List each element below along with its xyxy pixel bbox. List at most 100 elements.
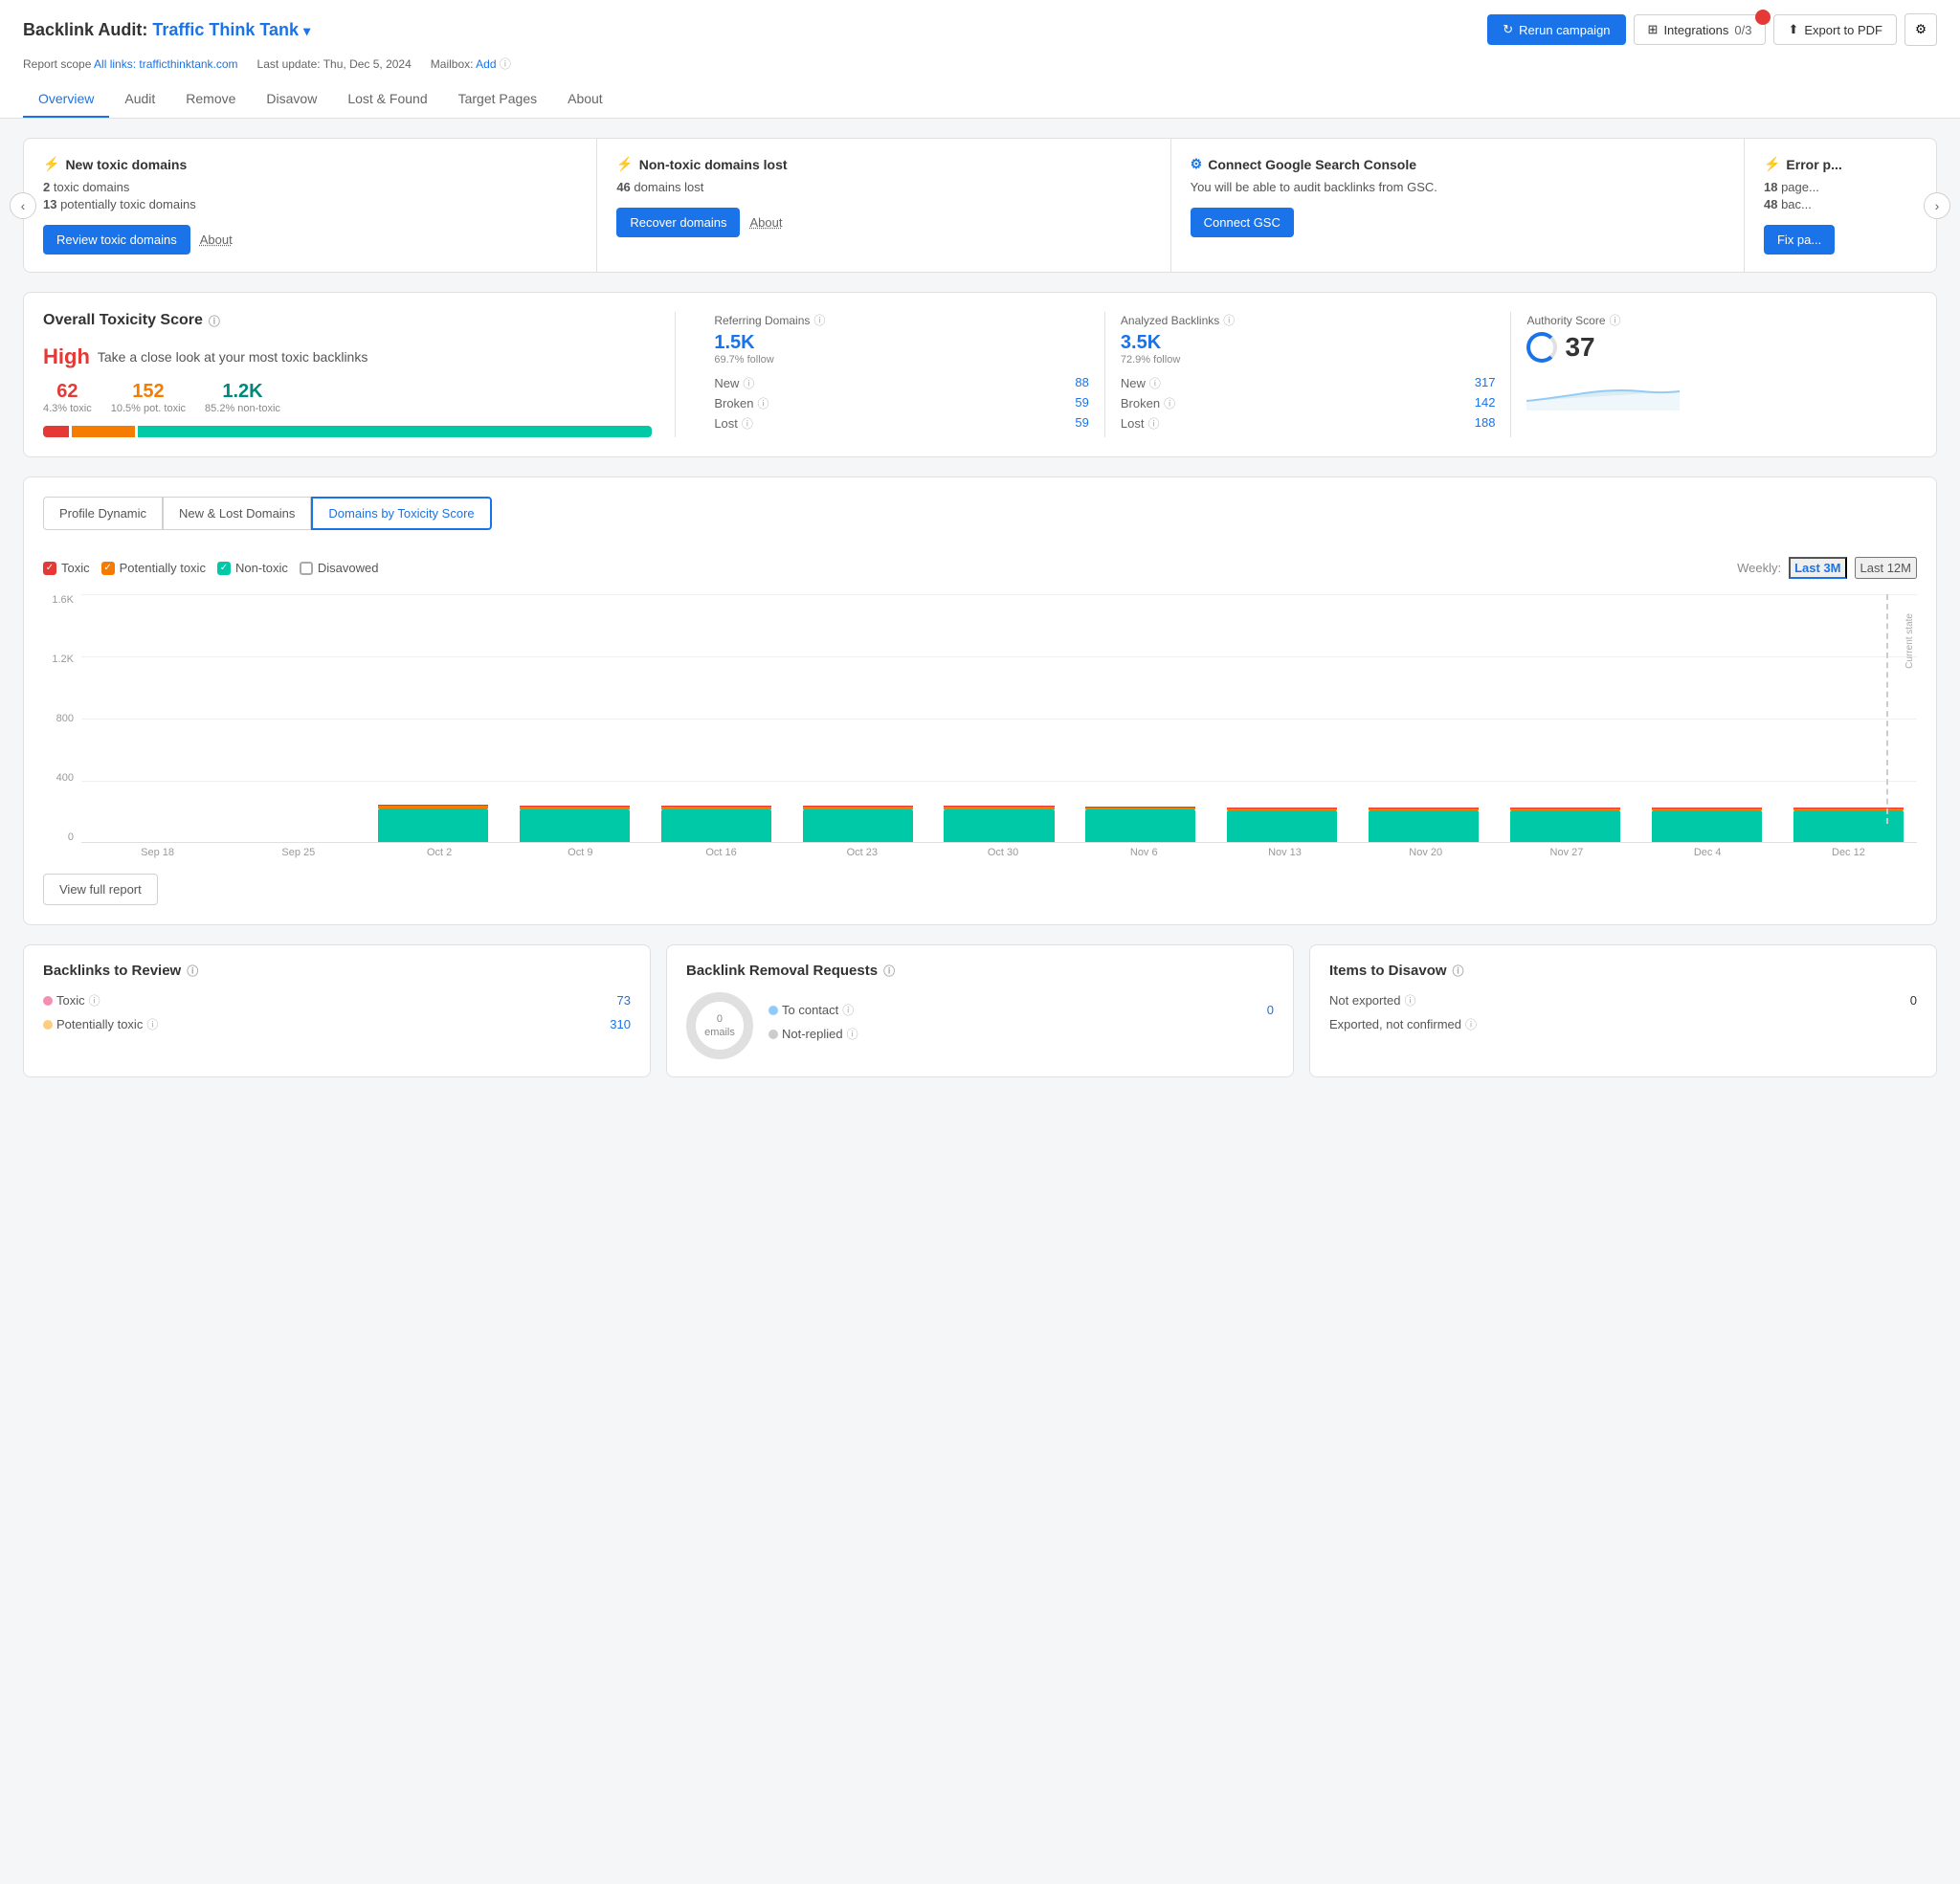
mailbox-add-link[interactable]: Add (476, 57, 496, 71)
removal-stats: To contact ⓘ 0 Not-replied ⓘ (768, 1002, 1274, 1050)
not-exported-info[interactable]: ⓘ (1404, 992, 1415, 1008)
connect-gsc-button[interactable]: Connect GSC (1191, 208, 1294, 237)
items-disavow-card: Items to Disavow ⓘ Not exported ⓘ 0 Expo… (1309, 944, 1937, 1077)
review-toxic-domains-button[interactable]: Review toxic domains (43, 225, 190, 255)
legend-check-non-toxic: ✓ (217, 562, 231, 575)
backlinks-review-info-icon[interactable]: ⓘ (187, 963, 198, 979)
toxicity-bar (43, 426, 652, 437)
referring-domains-info-icon[interactable]: ⓘ (813, 312, 825, 328)
mailbox-info-icon[interactable]: ⓘ (500, 57, 511, 71)
card-error-pages: ⚡ Error p... 18 page... 48 bac... Fix pa… (1745, 139, 1936, 272)
backlinks-lost-info[interactable]: ⓘ (1147, 415, 1159, 432)
chart-y-axis: 1.6K 1.2K 800 400 0 (43, 594, 81, 843)
integrations-notification-badge (1755, 10, 1771, 25)
ref-domains-new-info[interactable]: ⓘ (743, 375, 754, 391)
export-pdf-button[interactable]: ⬆ Export to PDF (1773, 14, 1897, 45)
bar-seg-red (43, 426, 69, 437)
nav-item-lost-found[interactable]: Lost & Found (332, 81, 442, 118)
nav-item-about[interactable]: About (552, 81, 618, 118)
mailbox-label: Mailbox: (431, 57, 474, 71)
nav-item-remove[interactable]: Remove (170, 81, 251, 118)
integrations-button[interactable]: ⊞ Integrations 0/3 (1634, 14, 1767, 45)
chart-tabs: Profile Dynamic New & Lost Domains Domai… (43, 497, 492, 530)
nav-item-target-pages[interactable]: Target Pages (443, 81, 553, 118)
legend-disavowed: Disavowed (300, 561, 379, 575)
card-new-toxic-about-link[interactable]: About (200, 233, 233, 247)
authority-score-info-icon[interactable]: ⓘ (1610, 312, 1621, 328)
toxic-dot (43, 996, 53, 1006)
title-brand[interactable]: Traffic Think Tank (152, 20, 299, 39)
bolt-icon-2: ⚡ (616, 156, 633, 172)
bar-stack (378, 805, 488, 842)
chart-x-label: Nov 6 (1076, 847, 1213, 858)
ref-domains-lost-info[interactable]: ⓘ (742, 415, 753, 432)
pot-toxic-row-info[interactable]: ⓘ (146, 1016, 158, 1032)
bar-seg-green (138, 426, 652, 437)
gear-icon-2: ⚙ (1191, 156, 1203, 172)
items-disavow-info-icon[interactable]: ⓘ (1453, 963, 1464, 979)
ref-domains-broken-info[interactable]: ⓘ (758, 395, 769, 411)
removal-donut: 0emails (686, 992, 753, 1059)
recover-domains-button[interactable]: Recover domains (616, 208, 740, 237)
integrations-badge: 0/3 (1734, 23, 1751, 37)
analyzed-backlinks-info-icon[interactable]: ⓘ (1223, 312, 1235, 328)
tab-new-lost-domains[interactable]: New & Lost Domains (163, 497, 311, 530)
authority-circle-icon (1526, 332, 1557, 363)
view-full-report-button[interactable]: View full report (43, 874, 158, 905)
rerun-campaign-button[interactable]: ↻ Rerun campaign (1487, 14, 1625, 45)
tab-profile-dynamic[interactable]: Profile Dynamic (43, 497, 163, 530)
report-scope: Report scope All links: trafficthinktank… (23, 57, 238, 71)
to-contact-info[interactable]: ⓘ (842, 1002, 854, 1018)
bar-stack (1227, 808, 1337, 842)
removal-requests-info-icon[interactable]: ⓘ (883, 963, 895, 979)
card-error-pages-stat1: 18 page... (1764, 180, 1917, 194)
time-last-3m-button[interactable]: Last 3M (1789, 557, 1846, 579)
chart-bars-wrapper: Current state (81, 594, 1917, 843)
cards-nav-left[interactable]: ‹ (10, 192, 36, 219)
bar-group (1779, 594, 1917, 842)
header: Backlink Audit: Traffic Think Tank ▾ ↻ R… (0, 0, 1960, 119)
backlinks-new-info[interactable]: ⓘ (1149, 375, 1161, 391)
backlinks-broken-info[interactable]: ⓘ (1164, 395, 1175, 411)
bar-group (647, 594, 785, 842)
settings-button[interactable]: ⚙ (1904, 13, 1937, 46)
nav-item-audit[interactable]: Audit (109, 81, 170, 118)
gear-icon: ⚙ (1915, 22, 1927, 37)
cards-nav-right[interactable]: › (1924, 192, 1950, 219)
disavow-not-exported-row: Not exported ⓘ 0 (1329, 992, 1917, 1008)
bar-stack (661, 806, 771, 842)
bar-stack (803, 806, 913, 842)
tab-domains-toxicity-score[interactable]: Domains by Toxicity Score (311, 497, 491, 530)
not-replied-info[interactable]: ⓘ (847, 1026, 858, 1042)
card-error-pages-stat2: 48 bac... (1764, 197, 1917, 211)
integrations-wrapper: ⊞ Integrations 0/3 (1634, 14, 1767, 45)
report-scope-label: Report scope (23, 57, 91, 71)
exported-not-confirmed-info[interactable]: ⓘ (1465, 1016, 1477, 1032)
analyzed-backlinks-label: Analyzed Backlinks ⓘ (1121, 312, 1496, 328)
toxicity-info-icon[interactable]: ⓘ (209, 313, 220, 329)
toxic-row-info[interactable]: ⓘ (89, 992, 100, 1008)
card-non-toxic-about-link[interactable]: About (749, 215, 782, 230)
disavow-exported-not-confirmed-row: Exported, not confirmed ⓘ (1329, 1016, 1917, 1032)
chart-x-label: Oct 9 (512, 847, 649, 858)
chart-area: 1.6K 1.2K 800 400 0 (43, 594, 1917, 843)
brand-dropdown-icon[interactable]: ▾ (303, 23, 310, 38)
chart-time-label: Weekly: (1737, 561, 1781, 575)
chart-controls: Profile Dynamic New & Lost Domains Domai… (43, 497, 1917, 545)
alert-cards-row: ⚡ New toxic domains 2 toxic domains 13 p… (23, 138, 1937, 273)
fix-pages-button[interactable]: Fix pa... (1764, 225, 1835, 255)
bottom-cards-row: Backlinks to Review ⓘ Toxic ⓘ 73 Potenti… (23, 944, 1937, 1077)
integrations-label: Integrations (1663, 23, 1728, 37)
toxicity-level: High (43, 344, 90, 369)
time-last-12m-button[interactable]: Last 12M (1855, 557, 1917, 579)
bar-group (1072, 594, 1210, 842)
backlinks-review-title: Backlinks to Review ⓘ (43, 963, 631, 979)
bar-seg-green (1227, 810, 1337, 842)
nav-item-disavow[interactable]: Disavow (251, 81, 332, 118)
main-content: ‹ ⚡ New toxic domains 2 toxic domains 13… (0, 119, 1960, 1097)
bar-seg-green (378, 809, 488, 842)
legend-check-potentially-toxic: ✓ (101, 562, 115, 575)
nav-item-overview[interactable]: Overview (23, 81, 109, 118)
ref-domains-new-row: New ⓘ 88 (714, 375, 1089, 391)
report-scope-link[interactable]: All links: trafficthinktank.com (94, 57, 238, 71)
